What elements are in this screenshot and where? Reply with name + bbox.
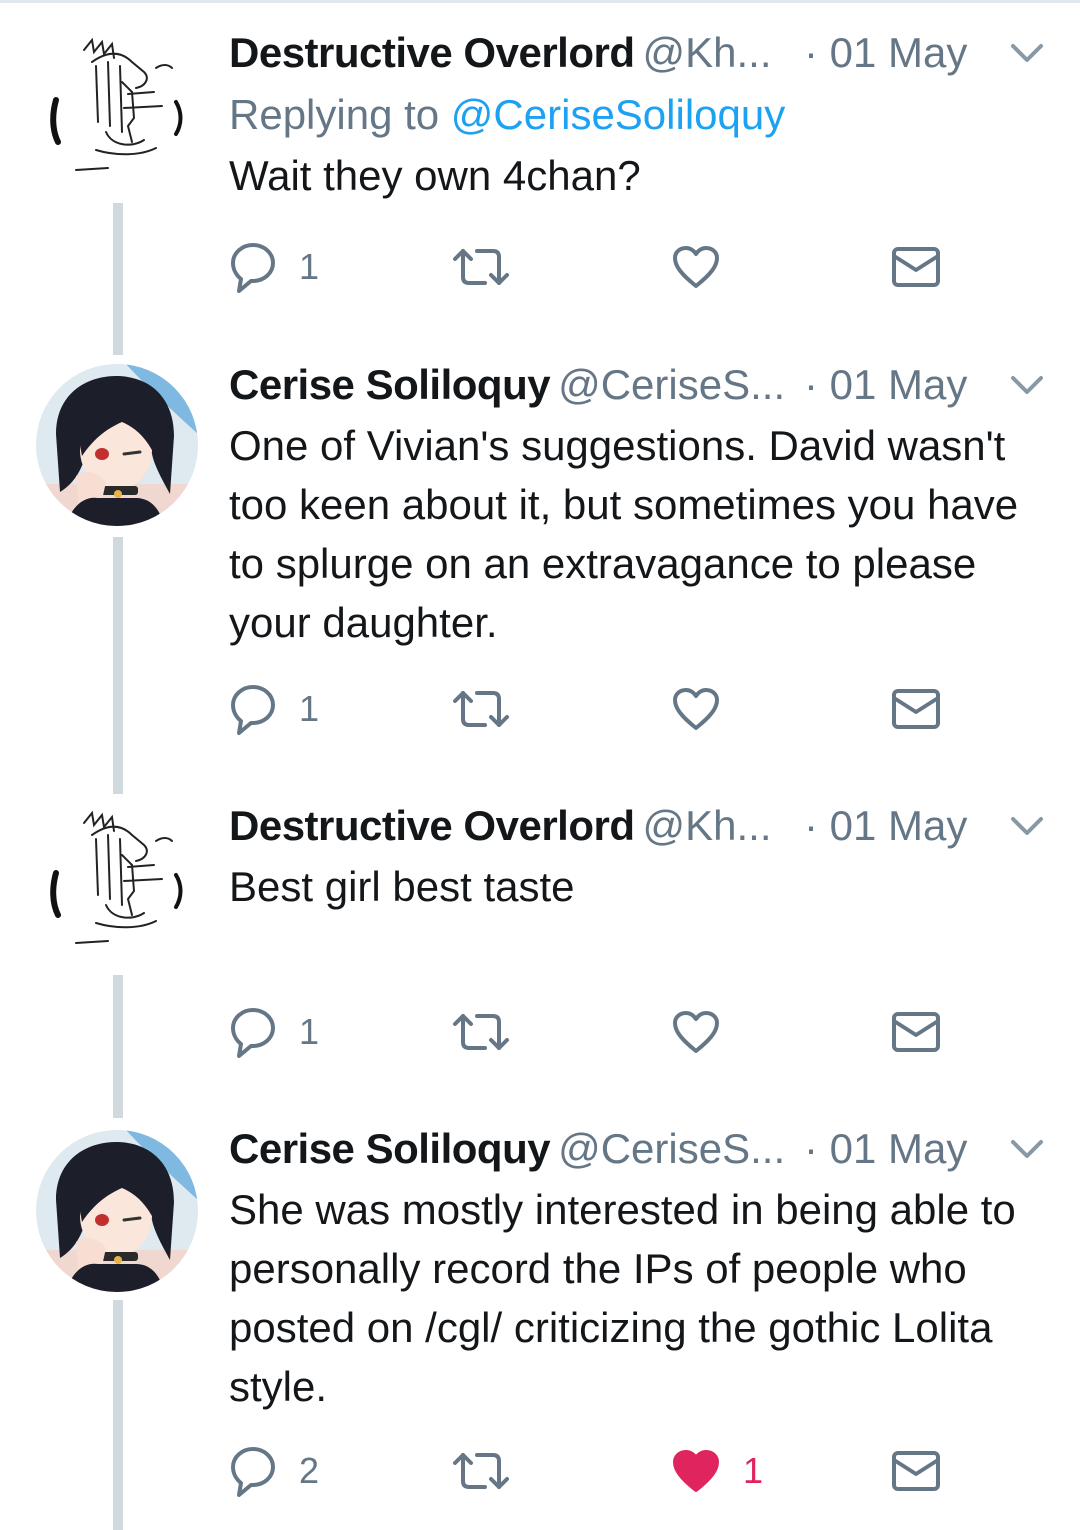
envelope-icon [892,1451,940,1491]
replying-to: Replying to @CeriseSoliloquy [229,84,1049,146]
thread-line [113,203,123,355]
reply-icon [231,1447,275,1497]
avatar[interactable] [36,364,198,526]
like-count: 1 [743,1450,764,1491]
reply-button[interactable]: 1 [229,237,319,297]
heart-icon [673,1450,719,1492]
reply-icon [231,685,275,735]
chevron-down-icon[interactable] [1005,1132,1049,1166]
retweet-button[interactable] [451,1441,533,1501]
like-button[interactable] [671,1002,743,1062]
heart-icon [673,688,719,730]
tweet-actions: 2 1 [229,1441,949,1501]
thread-line [113,975,123,1118]
like-button[interactable] [671,679,743,739]
tweet-date[interactable]: · 01 May [804,22,967,84]
tweet-date[interactable]: · 01 May [804,1118,967,1180]
direct-message-button[interactable] [891,1002,941,1062]
retweet-button[interactable] [451,679,533,739]
display-name[interactable]: Destructive Overlord [229,802,635,849]
thread-line [113,1300,123,1530]
avatar[interactable] [36,795,198,957]
reply-count: 1 [299,1011,320,1052]
tweet-header: Cerise Soliloquy @CeriseS... · 01 May [229,354,1049,416]
tweet-actions: 1 [229,1002,949,1062]
tweet-text: One of Vivian's suggestions. David wasn'… [229,422,1019,646]
envelope-icon [892,1012,940,1052]
thread-line [113,537,123,794]
tweet-header: Destructive Overlord @Kh... · 01 May [229,795,1049,857]
top-divider [0,0,1080,3]
tweet-date[interactable]: · 01 May [804,795,967,857]
envelope-icon [892,689,940,729]
drawing-avatar-icon [36,795,198,957]
reply-button[interactable]: 2 [229,1441,319,1501]
reply-count: 1 [299,688,320,729]
display-name[interactable]: Cerise Soliloquy [229,361,551,408]
user-handle[interactable]: @Kh... [643,29,772,76]
user-handle[interactable]: @CeriseS... [558,361,785,408]
direct-message-button[interactable] [891,237,941,297]
reply-button[interactable]: 1 [229,1002,319,1062]
display-name[interactable]: Cerise Soliloquy [229,1125,551,1172]
mention-link[interactable]: @CeriseSoliloquy [451,91,785,138]
reply-button[interactable]: 1 [229,679,319,739]
tweet-text: Wait they own 4chan? [229,152,641,199]
avatar[interactable] [36,1130,198,1292]
chevron-down-icon[interactable] [1005,368,1049,402]
display-name[interactable]: Destructive Overlord [229,29,635,76]
tweet-actions: 1 [229,679,949,739]
retweet-icon [453,1453,509,1489]
tweet-date[interactable]: · 01 May [804,354,967,416]
anime-girl-avatar-icon [36,364,198,526]
retweet-button[interactable] [451,237,533,297]
direct-message-button[interactable] [891,679,941,739]
replying-to-label: Replying to [229,91,451,138]
anime-girl-avatar-icon [36,1130,198,1292]
reply-icon [231,243,275,293]
direct-message-button[interactable] [891,1441,941,1501]
retweet-icon [453,691,509,727]
tweet-actions: 1 [229,237,949,297]
chevron-down-icon[interactable] [1005,809,1049,843]
tweet-text: Best girl best taste [229,863,575,910]
chevron-down-icon[interactable] [1005,36,1049,70]
like-button[interactable]: 1 [671,1441,763,1501]
retweet-button[interactable] [451,1002,533,1062]
avatar[interactable] [36,22,198,184]
drawing-avatar-icon [36,22,198,184]
envelope-icon [892,247,940,287]
reply-count: 1 [299,246,320,287]
like-button[interactable] [671,237,743,297]
retweet-icon [453,249,509,285]
tweet-header: Cerise Soliloquy @CeriseS... · 01 May [229,1118,1049,1180]
user-handle[interactable]: @CeriseS... [558,1125,785,1172]
reply-count: 2 [299,1450,320,1491]
user-handle[interactable]: @Kh... [643,802,772,849]
tweet-header: Destructive Overlord @Kh... · 01 May [229,22,1049,84]
heart-icon [673,246,719,288]
heart-icon [673,1011,719,1053]
tweet-text: She was mostly interested in being able … [229,1186,1016,1410]
reply-icon [231,1008,275,1058]
retweet-icon [453,1014,509,1050]
